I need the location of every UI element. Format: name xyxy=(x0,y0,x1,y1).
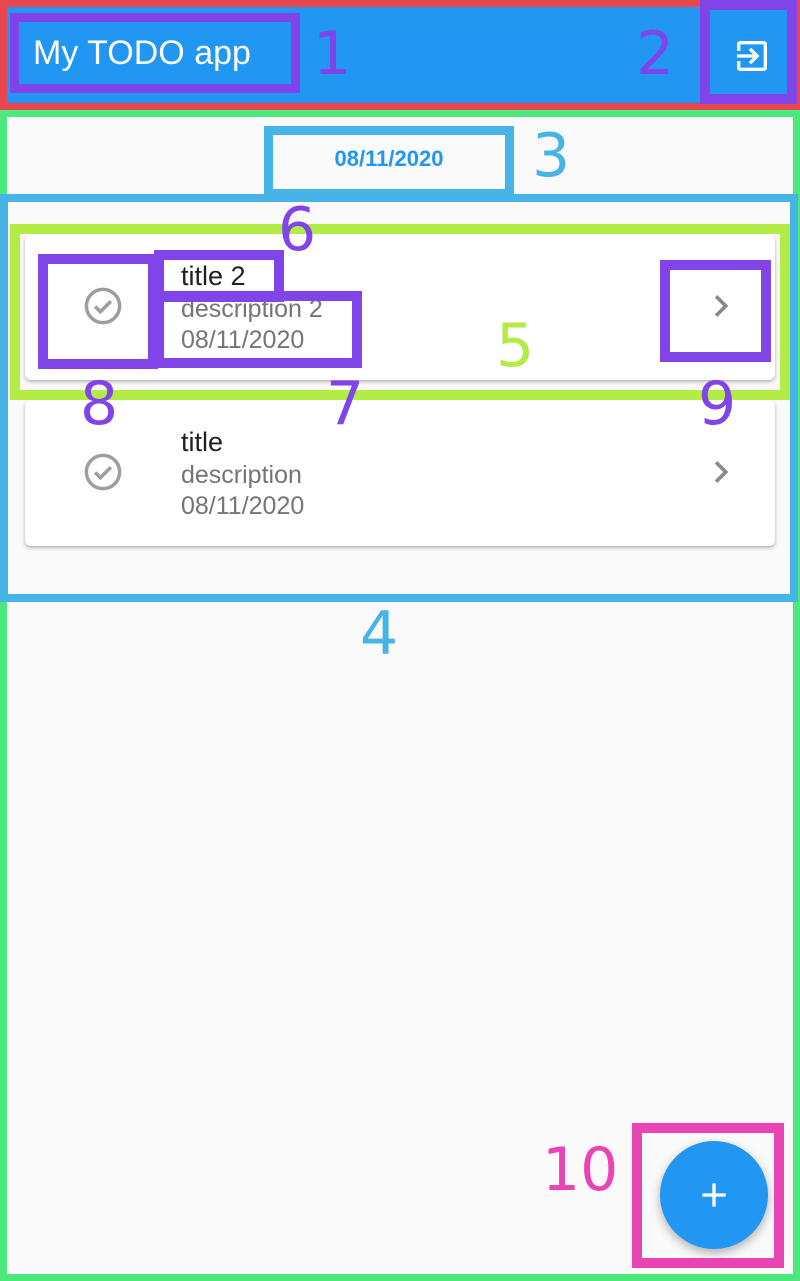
app-title: My TODO app xyxy=(33,34,251,72)
todo-date: 08/11/2020 xyxy=(181,326,305,354)
todo-date: 08/11/2020 xyxy=(181,492,305,520)
logout-button[interactable] xyxy=(712,12,792,100)
chevron-right-icon xyxy=(714,461,729,483)
todo-description: description xyxy=(181,461,302,489)
chevron-right-icon xyxy=(714,295,729,317)
add-todo-button[interactable] xyxy=(660,1141,768,1249)
todo-title: title 2 xyxy=(181,261,246,291)
open-todo-button[interactable] xyxy=(699,284,743,328)
check-circle-outline-icon xyxy=(84,453,122,491)
todo-card[interactable]: title 2 description 2 08/11/2020 xyxy=(25,234,775,380)
app-bar: My TODO app xyxy=(0,0,800,106)
todo-card[interactable]: title description 08/11/2020 xyxy=(25,400,775,546)
exit-to-app-icon xyxy=(737,41,767,71)
plus-icon xyxy=(702,1183,726,1207)
check-circle-outline-icon xyxy=(84,287,122,325)
open-todo-button[interactable] xyxy=(699,450,743,494)
todo-text: title 2 description 2 08/11/2020 xyxy=(181,258,323,356)
todo-description: description 2 xyxy=(181,295,323,323)
date-picker-button[interactable]: 08/11/2020 xyxy=(278,136,500,182)
todo-title: title xyxy=(181,427,224,457)
complete-todo-button[interactable] xyxy=(81,284,125,328)
complete-todo-button[interactable] xyxy=(81,450,125,494)
todo-text: title description 08/11/2020 xyxy=(181,424,304,522)
